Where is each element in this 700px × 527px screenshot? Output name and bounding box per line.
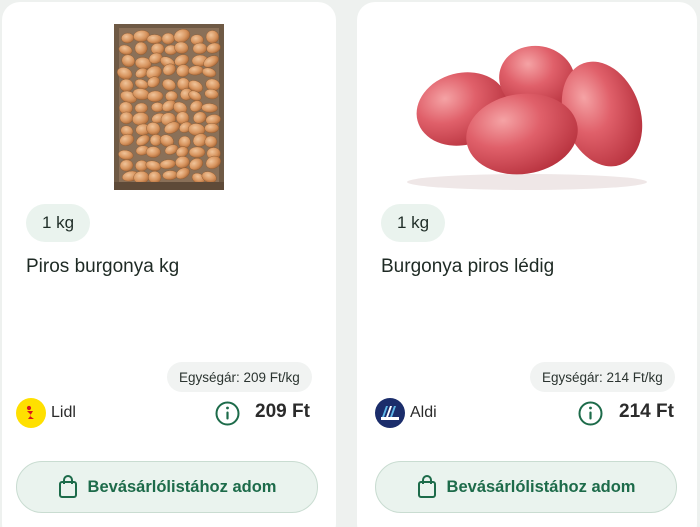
add-to-shopping-list-button[interactable]: Bevásárlólistához adom — [375, 461, 677, 513]
unit-price-badge: Egységár: 209 Ft/kg — [167, 362, 312, 392]
add-to-shopping-list-button[interactable]: Bevásárlólistához adom — [16, 461, 318, 513]
red-potatoes-image — [407, 45, 647, 190]
product-card[interactable]: 1 kg Burgonya piros lédig Egységár: 214 … — [357, 2, 697, 527]
shopping-bag-icon — [58, 475, 77, 498]
lidl-logo-icon — [16, 398, 46, 428]
product-price: 214 Ft — [619, 401, 674, 422]
aldi-logo-icon — [375, 398, 405, 428]
store-name: Lidl — [51, 404, 76, 421]
product-image[interactable] — [2, 14, 336, 204]
shopping-bag-icon — [417, 475, 436, 498]
store-label: Lidl — [16, 398, 76, 428]
quantity-badge: 1 kg — [381, 204, 446, 242]
product-card[interactable]: 1 kg Piros burgonya kg Egységár: 209 Ft/… — [2, 2, 336, 527]
product-name[interactable]: Burgonya piros lédig — [381, 256, 554, 278]
crate-of-potatoes-image — [114, 23, 224, 190]
store-label: Aldi — [375, 398, 437, 428]
add-button-label: Bevásárlólistához adom — [446, 477, 636, 496]
quantity-badge: 1 kg — [26, 204, 91, 242]
product-image[interactable] — [357, 14, 697, 204]
unit-price-badge: Egységár: 214 Ft/kg — [530, 362, 675, 392]
product-price: 209 Ft — [255, 401, 310, 422]
store-name: Aldi — [410, 404, 437, 421]
info-icon[interactable] — [578, 401, 603, 426]
product-name[interactable]: Piros burgonya kg — [26, 256, 179, 278]
add-button-label: Bevásárlólistához adom — [87, 477, 277, 496]
info-icon[interactable] — [215, 401, 240, 426]
